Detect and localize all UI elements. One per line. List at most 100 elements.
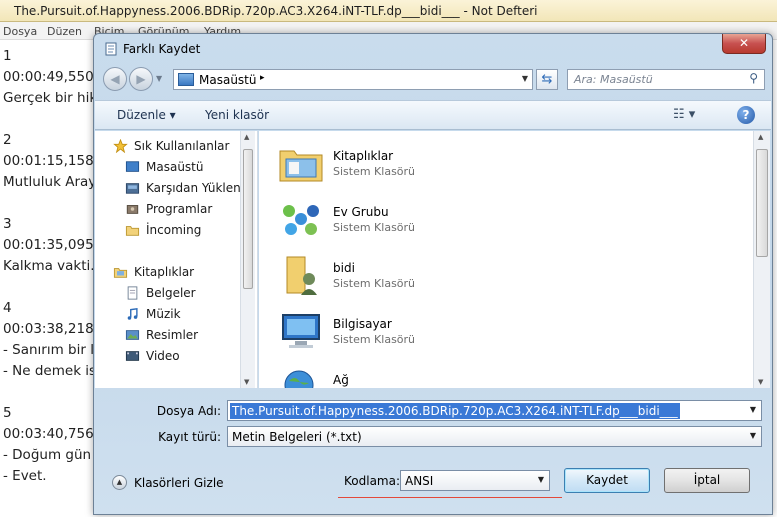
notepad-text-area[interactable]: 1 00:00:49,550 Gerçek bir hik 2 00:01:15… <box>3 46 98 487</box>
nav-libraries-header[interactable]: Kitaplıklar <box>113 265 194 279</box>
change-view-button[interactable]: ☷ ▾ <box>673 107 695 122</box>
filename-value[interactable]: The.Pursuit.of.Happyness.2006.BDRip.720p… <box>230 403 680 419</box>
recent-locations-dropdown[interactable]: ▼ <box>156 74 162 83</box>
back-button[interactable]: ◀ <box>103 67 127 91</box>
file-type: Sistem Klasörü <box>333 165 416 178</box>
file-item-user-folder[interactable]: bidi Sistem Klasörü <box>277 251 577 301</box>
navigation-pane: Sık Kullanılanlar Masaüstü Karşıdan Yükl… <box>95 131 258 388</box>
text-line: 4 <box>3 300 12 316</box>
scroll-down-icon[interactable]: ▼ <box>244 378 249 386</box>
menu-file[interactable]: Dosya <box>3 25 37 38</box>
nav-label: Sık Kullanılanlar <box>134 139 230 153</box>
scroll-thumb[interactable] <box>756 149 768 257</box>
notepad-title: The.Pursuit.of.Happyness.2006.BDRip.720p… <box>0 0 777 22</box>
file-type: Sistem Klasörü <box>333 277 416 290</box>
scroll-down-icon[interactable]: ▼ <box>758 378 763 386</box>
folder-icon <box>125 226 140 236</box>
scroll-up-icon[interactable]: ▲ <box>244 133 249 141</box>
text-line <box>3 193 98 214</box>
downloads-icon <box>125 183 140 194</box>
text-line <box>3 382 98 403</box>
new-folder-button[interactable]: Yeni klasör <box>205 108 269 122</box>
dialog-title: Farklı Kaydet <box>123 42 201 56</box>
address-location[interactable]: Masaüstü <box>199 73 256 87</box>
scroll-thumb[interactable] <box>243 149 253 289</box>
filename-label: Dosya Adı: <box>156 404 221 418</box>
text-line <box>3 277 98 298</box>
file-item-homegroup[interactable]: Ev Grubu Sistem Klasörü <box>277 195 577 245</box>
star-icon <box>113 139 128 153</box>
file-list-scrollbar[interactable]: ▲ ▼ <box>753 131 770 388</box>
nav-label: Karşıdan Yüklene <box>146 181 249 195</box>
scroll-up-icon[interactable]: ▲ <box>758 133 763 141</box>
highlight-underline <box>338 497 562 498</box>
nav-label: Video <box>146 349 180 363</box>
back-arrow-icon: ◀ <box>110 72 120 86</box>
nav-scrollbar[interactable]: ▲ ▼ <box>240 131 255 388</box>
documents-icon <box>127 286 138 300</box>
encoding-label: Kodlama: <box>344 474 401 488</box>
nav-item-video[interactable]: Video <box>125 349 180 363</box>
music-icon <box>127 307 138 320</box>
file-name: Bilgisayar <box>333 317 392 331</box>
text-line: 1 <box>3 48 12 64</box>
save-as-dialog: Farklı Kaydet ✕ ◀ ▶ ▼ Masaüstü ▸ ▼ ⇆ Ara… <box>93 33 773 515</box>
chevron-down-icon[interactable]: ▼ <box>750 431 756 440</box>
text-line: 00:01:15,158 <box>3 153 94 169</box>
file-item-libraries[interactable]: Kitaplıklar Sistem Klasörü <box>277 139 577 189</box>
organize-menu-button[interactable]: Düzenle ▾ <box>117 108 176 122</box>
breadcrumb-separator[interactable]: ▸ <box>260 73 265 83</box>
text-line: - Ne demek is <box>3 363 97 379</box>
nav-item-music[interactable]: Müzik <box>125 307 181 321</box>
nav-item-downloads[interactable]: Karşıdan Yüklene <box>125 181 248 195</box>
file-name: Ağ <box>333 373 349 387</box>
desktop-folder-icon <box>178 73 194 86</box>
chevron-up-icon[interactable]: ▲ <box>112 475 127 490</box>
nav-item-programs[interactable]: Programlar <box>125 202 212 216</box>
savetype-select[interactable]: Metin Belgeleri (*.txt) ▼ <box>227 426 762 447</box>
close-button[interactable]: ✕ <box>722 34 766 54</box>
forward-arrow-icon: ▶ <box>136 72 146 86</box>
search-icon[interactable]: ⚲ <box>749 71 758 85</box>
nav-favorites-header[interactable]: Sık Kullanılanlar <box>113 139 229 153</box>
encoding-select[interactable]: ANSI ▼ <box>400 470 550 491</box>
filename-input[interactable]: The.Pursuit.of.Happyness.2006.BDRip.720p… <box>227 400 762 421</box>
nav-label: Müzik <box>146 307 181 321</box>
file-item-network[interactable]: Ağ <box>277 363 577 388</box>
save-button[interactable]: Kaydet <box>564 468 650 493</box>
cancel-button[interactable]: İptal <box>664 468 750 493</box>
network-globe-icon <box>284 370 314 388</box>
text-line: 00:00:49,550 <box>3 69 94 85</box>
video-icon <box>125 351 140 361</box>
file-item-computer[interactable]: Bilgisayar Sistem Klasörü <box>277 307 577 357</box>
desktop-icon <box>125 161 140 172</box>
pictures-icon <box>125 330 140 340</box>
hide-folders-toggle[interactable]: ▲ Klasörleri Gizle <box>112 475 224 490</box>
search-placeholder: Ara: Masaüstü <box>574 73 653 86</box>
text-line: - Sanırım bir li <box>3 342 98 358</box>
address-bar[interactable]: Masaüstü ▸ ▼ <box>173 69 533 90</box>
text-line <box>3 109 98 130</box>
chevron-down-icon[interactable]: ▼ <box>522 74 528 83</box>
chevron-down-icon[interactable]: ▼ <box>538 475 544 484</box>
search-input[interactable]: Ara: Masaüstü ⚲ <box>567 69 765 90</box>
text-line: Kalkma vakti. <box>3 258 95 274</box>
nav-label: Kitaplıklar <box>134 265 195 279</box>
refresh-button[interactable]: ⇆ <box>536 69 558 90</box>
chevron-down-icon[interactable]: ▼ <box>750 405 756 414</box>
file-list: Kitaplıklar Sistem Klasörü Ev Grubu Sist… <box>259 131 753 388</box>
nav-item-desktop[interactable]: Masaüstü <box>125 160 203 174</box>
help-button[interactable]: ? <box>737 106 755 124</box>
nav-item-documents[interactable]: Belgeler <box>125 286 196 300</box>
nav-item-pictures[interactable]: Resimler <box>125 328 198 342</box>
savetype-label: Kayıt türü: <box>158 430 221 444</box>
text-line: 00:03:38,218 <box>3 321 94 337</box>
nav-item-incoming[interactable]: İncoming <box>125 223 201 237</box>
file-name: Kitaplıklar <box>333 149 394 163</box>
command-toolbar: Düzenle ▾ Yeni klasör ☷ ▾ ? <box>95 100 771 130</box>
text-line: - Evet. <box>3 468 47 484</box>
forward-button[interactable]: ▶ <box>129 67 153 91</box>
menu-edit[interactable]: Düzen <box>47 25 82 38</box>
savetype-value: Metin Belgeleri (*.txt) <box>232 430 362 444</box>
user-folder-icon <box>286 256 317 295</box>
